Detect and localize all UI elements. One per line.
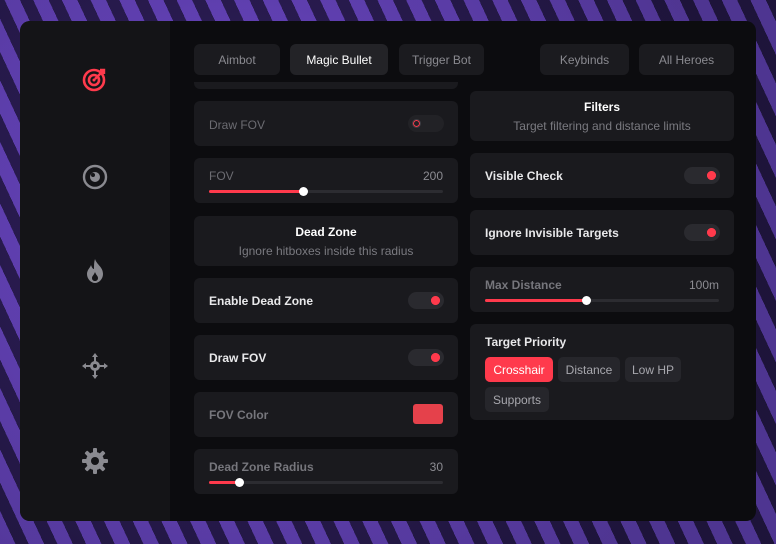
target-priority-card: Target Priority Crosshair Distance Low H…	[470, 324, 734, 420]
enable-dead-zone-label: Enable Dead Zone	[209, 294, 314, 308]
fov-color-swatch[interactable]	[413, 404, 443, 424]
enable-dead-zone-toggle[interactable]	[408, 292, 444, 309]
toggle-knob	[707, 171, 716, 180]
max-distance-fill	[485, 299, 586, 302]
sidebar-item-settings[interactable]	[80, 446, 110, 476]
draw-fov-row[interactable]: Draw FOV	[194, 335, 458, 380]
fov-color-label: FOV Color	[209, 408, 269, 422]
sidebar-item-aim[interactable]	[80, 64, 110, 94]
gear-icon	[82, 448, 108, 474]
toggle-knob	[707, 228, 716, 237]
fov-value: 200	[422, 169, 443, 183]
tab-trigger-bot[interactable]: Trigger Bot	[399, 44, 484, 75]
target-icon	[82, 68, 106, 92]
fov-slider-card: FOV 200	[194, 158, 458, 203]
ignore-invisible-toggle[interactable]	[684, 224, 720, 241]
max-distance-thumb[interactable]	[581, 296, 591, 305]
filters-title: Filters	[583, 100, 620, 114]
draw-fov-label: Draw FOV	[209, 351, 267, 365]
priority-option-supports[interactable]: Supports	[485, 387, 549, 412]
priority-option-crosshair[interactable]: Crosshair	[485, 357, 553, 382]
tab-keybinds[interactable]: Keybinds	[540, 44, 629, 75]
fov-color-row: FOV Color	[194, 392, 458, 437]
filters-subtitle: Target filtering and distance limits	[513, 119, 691, 133]
dead-zone-radius-slider[interactable]	[209, 478, 443, 487]
priority-option-low-hp[interactable]: Low HP	[625, 357, 681, 382]
flame-icon	[87, 259, 103, 283]
dead-zone-radius-label: Dead Zone Radius	[209, 460, 314, 474]
dead-zone-subtitle: Ignore hitboxes inside this radius	[238, 244, 414, 258]
main-panel: Aimbot Magic Bullet Trigger Bot Keybinds…	[20, 21, 756, 521]
filters-header: Filters Target filtering and distance li…	[470, 91, 734, 141]
draw-fov-disabled-label: Draw FOV	[209, 118, 266, 132]
max-distance-card: Max Distance 100m	[470, 267, 734, 312]
sidebar-item-movement[interactable]	[80, 351, 110, 381]
sidebar-item-misc[interactable]	[80, 256, 110, 286]
max-distance-label: Max Distance	[485, 278, 562, 292]
max-distance-value: 100m	[688, 278, 719, 292]
priority-option-distance[interactable]: Distance	[558, 357, 620, 382]
content-area: Aimbot Magic Bullet Trigger Bot Keybinds…	[170, 21, 756, 521]
dead-zone-radius-card: Dead Zone Radius 30	[194, 449, 458, 494]
draw-fov-disabled-toggle[interactable]	[408, 115, 444, 132]
toggle-knob	[431, 296, 440, 305]
tab-all-heroes[interactable]: All Heroes	[639, 44, 734, 75]
dead-zone-header: Dead Zone Ignore hitboxes inside this ra…	[194, 216, 458, 266]
ignore-invisible-row[interactable]: Ignore Invisible Targets	[470, 210, 734, 255]
dead-zone-title: Dead Zone	[295, 225, 357, 239]
eye-icon	[82, 164, 108, 190]
target-priority-label: Target Priority	[485, 335, 567, 349]
sidebar	[20, 21, 170, 521]
toggle-knob	[412, 119, 421, 128]
visible-check-label: Visible Check	[485, 169, 563, 183]
max-distance-slider[interactable]	[485, 296, 719, 305]
fov-slider-thumb[interactable]	[298, 187, 308, 196]
dead-zone-radius-thumb[interactable]	[235, 478, 245, 487]
ignore-invisible-label: Ignore Invisible Targets	[485, 226, 619, 240]
toggle-knob	[431, 353, 440, 362]
fov-slider[interactable]	[209, 187, 443, 196]
crosshair-move-icon	[82, 353, 108, 379]
visible-check-toggle[interactable]	[684, 167, 720, 184]
tab-aimbot[interactable]: Aimbot	[194, 44, 280, 75]
tab-magic-bullet[interactable]: Magic Bullet	[290, 44, 388, 75]
enable-dead-zone-row[interactable]: Enable Dead Zone	[194, 278, 458, 323]
dead-zone-radius-value: 30	[429, 460, 443, 474]
draw-fov-toggle[interactable]	[408, 349, 444, 366]
scrolled-card-edge	[194, 82, 458, 89]
fov-label: FOV	[209, 169, 234, 183]
draw-fov-disabled-row[interactable]: Draw FOV	[194, 101, 458, 146]
fov-slider-fill	[209, 190, 303, 193]
sidebar-item-visuals[interactable]	[80, 162, 110, 192]
visible-check-row[interactable]: Visible Check	[470, 153, 734, 198]
